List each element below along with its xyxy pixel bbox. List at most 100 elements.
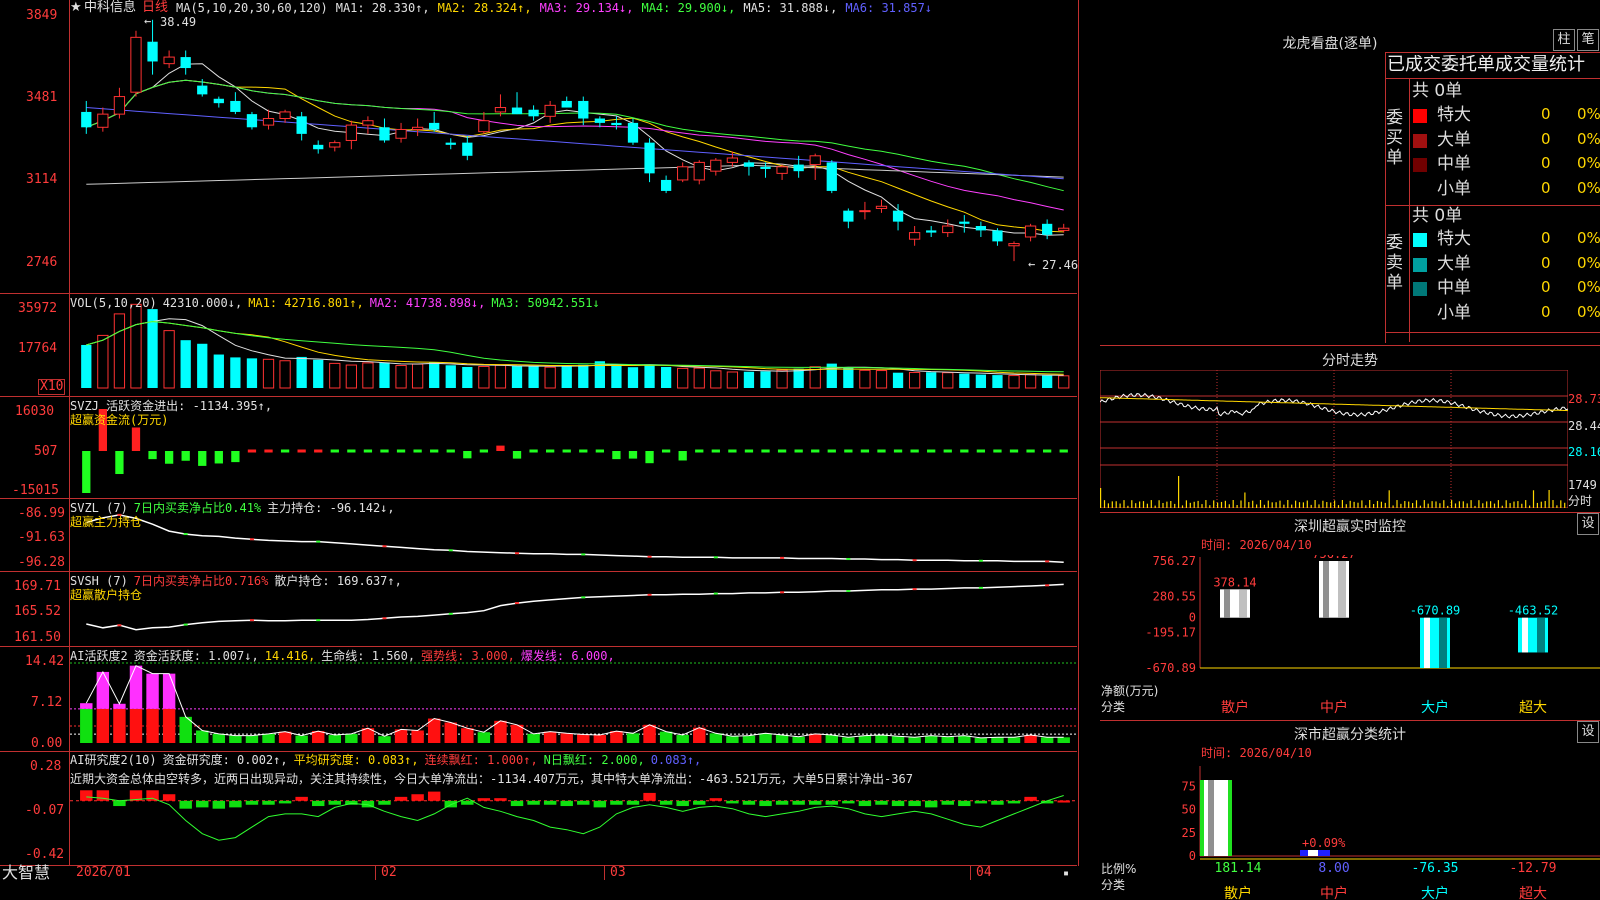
lock-icon[interactable]: ▪ bbox=[1063, 867, 1069, 881]
order-count: 0 bbox=[1541, 302, 1551, 321]
activity-bar-burst bbox=[146, 673, 159, 709]
ai-research-chart[interactable] bbox=[70, 752, 1076, 865]
ma4-line bbox=[86, 79, 1064, 192]
flow-bar bbox=[396, 449, 406, 453]
flow-bar bbox=[512, 451, 522, 459]
retail-position-line-marker bbox=[382, 617, 387, 620]
period-label[interactable]: 日线 bbox=[142, 1, 168, 15]
main-position-line-marker bbox=[647, 555, 652, 558]
volume-bar bbox=[760, 371, 771, 388]
candle-body bbox=[942, 225, 954, 234]
candle-body bbox=[793, 164, 804, 172]
candle-body bbox=[843, 210, 854, 222]
candle-body bbox=[296, 116, 307, 134]
research-bar bbox=[842, 800, 855, 804]
intraday-vol-bar bbox=[1326, 502, 1328, 508]
intraday-vol-bar bbox=[1127, 505, 1129, 508]
intraday-vol-bar bbox=[1189, 502, 1191, 508]
pen-mode-button[interactable]: 笔 bbox=[1577, 29, 1599, 51]
volume-bar bbox=[561, 366, 572, 388]
volume-bar bbox=[627, 367, 639, 388]
monitor-data-label: 378.14 bbox=[1213, 575, 1256, 589]
monitor-y-tick: 0 bbox=[1189, 611, 1196, 625]
intraday-vol-bar bbox=[1236, 504, 1238, 508]
class-data-label: -12.79 bbox=[1510, 861, 1557, 876]
sz-monitor-time: 时间: 2026/04/10 bbox=[1201, 538, 1312, 552]
volume-bar bbox=[213, 354, 224, 388]
y-tick: 7.12 bbox=[31, 695, 63, 710]
research-bar bbox=[162, 794, 176, 801]
candlestick-chart[interactable] bbox=[70, 0, 1076, 293]
intraday-vol-bar bbox=[1439, 503, 1441, 508]
retail-position-line-marker bbox=[846, 590, 851, 593]
sz-monitor-settings-button[interactable]: 设 bbox=[1577, 513, 1599, 535]
intraday-chart[interactable] bbox=[1100, 370, 1568, 508]
research-bar bbox=[196, 800, 209, 808]
candle-body bbox=[528, 109, 539, 117]
main-position-line-marker bbox=[515, 552, 520, 555]
candle-body bbox=[379, 127, 390, 141]
order-pct: 0% bbox=[1577, 229, 1600, 247]
svzj-subtitle: 超赢资金流(万元) bbox=[70, 413, 169, 427]
activity-bar bbox=[527, 733, 540, 743]
volume-bar bbox=[793, 368, 804, 388]
activity-bar bbox=[974, 737, 988, 743]
legend-swatch bbox=[1413, 133, 1427, 148]
y-tick: -0.07 bbox=[25, 803, 65, 818]
intraday-vol-bar bbox=[1544, 500, 1546, 508]
main-position-line-marker bbox=[780, 556, 785, 559]
order-count: 0 bbox=[1541, 229, 1551, 247]
activity-bar bbox=[411, 730, 424, 743]
activity-bar bbox=[477, 732, 491, 743]
y-tick: 161.50 bbox=[14, 630, 61, 645]
intraday-top-border bbox=[1100, 345, 1600, 346]
flow-bar bbox=[198, 451, 207, 466]
candle-body bbox=[594, 118, 605, 123]
candle-body bbox=[760, 166, 771, 169]
intraday-vol-bar bbox=[1256, 504, 1258, 508]
candle-body bbox=[429, 122, 440, 130]
buy-orders-label: 委买单 bbox=[1386, 108, 1403, 168]
intraday-vol-bar bbox=[1185, 500, 1187, 508]
sz-class-settings-button[interactable]: 设 bbox=[1577, 721, 1599, 743]
retail-position-line-marker bbox=[912, 588, 917, 591]
aires-header-item: N日飘红: 2.000, bbox=[543, 753, 645, 767]
main-position-line-marker bbox=[581, 553, 586, 556]
intraday-vol-bar bbox=[1482, 503, 1484, 508]
aiact-header-item: 爆发线: 6.000, bbox=[520, 649, 615, 663]
monitor-category: 超大 bbox=[1519, 700, 1547, 715]
volume-bar bbox=[660, 366, 672, 388]
flow-bar bbox=[827, 449, 836, 453]
intraday-vol-bar bbox=[1263, 504, 1265, 508]
volume-bar bbox=[197, 343, 208, 388]
research-bar bbox=[212, 800, 226, 809]
research-bar bbox=[527, 800, 540, 805]
flow-bar bbox=[645, 451, 654, 464]
vol-header-item: 42310.000↓, bbox=[162, 296, 243, 310]
activity-bar bbox=[1007, 737, 1021, 743]
candle-body bbox=[908, 232, 921, 240]
volume-bar bbox=[611, 364, 622, 388]
activity-bar bbox=[842, 737, 855, 743]
research-bar bbox=[295, 796, 308, 801]
volume-bar bbox=[345, 364, 357, 389]
candle-body bbox=[445, 142, 456, 145]
y-tick: 165.52 bbox=[14, 604, 61, 619]
activity-bar bbox=[676, 735, 689, 743]
research-bar bbox=[991, 800, 1004, 805]
stats-tabs[interactable]: 已成交委托单成交量统计 bbox=[1387, 55, 1600, 75]
intraday-vol-bar bbox=[1415, 500, 1418, 508]
svsh-header-item: 7日内买卖净占比0.716% bbox=[133, 574, 269, 588]
volume-bar bbox=[494, 364, 507, 389]
intraday-vol-bar bbox=[1248, 502, 1250, 508]
flow-bar bbox=[181, 451, 190, 461]
flow-bar bbox=[678, 451, 687, 461]
activity-bar bbox=[626, 733, 640, 743]
activity-bar bbox=[709, 733, 723, 743]
intraday-vol-bar bbox=[1298, 502, 1301, 508]
volume-bar bbox=[578, 364, 589, 388]
volume-bar bbox=[362, 362, 374, 389]
bar-mode-button[interactable]: 柱 bbox=[1553, 29, 1575, 51]
research-bar bbox=[875, 800, 888, 805]
activity-bar bbox=[775, 735, 789, 743]
